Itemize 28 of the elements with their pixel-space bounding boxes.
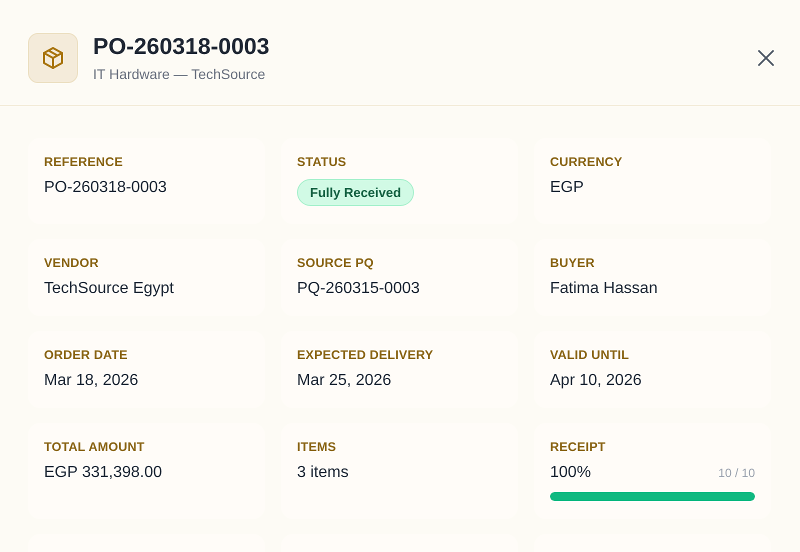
field-label: REFERENCE [44,155,124,169]
field-label: CURRENCY [550,155,624,169]
field-label: TOTAL AMOUNT [44,440,146,454]
field-value: EGP 331,398.00 [44,464,164,482]
field-value: PO-260318-0003 [44,179,168,197]
field-label: VALID UNTIL [550,348,630,362]
field-value: Fatima Hassan [550,280,659,298]
field-label: VENDOR [44,256,100,270]
receipt-count: 10 / 10 [718,466,755,480]
order-title: PO-260318-0003 [93,33,270,60]
field-label: SOURCE PQ [297,256,375,270]
package-icon [28,32,78,82]
field-value: 3 items [297,464,350,482]
field-label: STATUS [297,155,348,169]
status-badge: Fully Received [297,179,414,206]
field-label: ITEMS [297,440,338,454]
order-subtitle: IT Hardware — TechSource [93,66,266,82]
field-label: BUYER [550,256,596,270]
field-label: EXPECTED DELIVERY [297,348,434,362]
field-value: PQ-260315-0003 [297,280,421,298]
receipt-percent: 100% [550,464,591,482]
field-label: RECEIPT [550,440,607,454]
field-value: EGP [550,179,585,197]
field-value: Apr 10, 2026 [550,372,643,390]
field-label: ORDER DATE [44,348,129,362]
field-value: Mar 25, 2026 [297,372,392,390]
field-value: Mar 18, 2026 [44,372,140,390]
field-value: TechSource Egypt [44,280,175,298]
